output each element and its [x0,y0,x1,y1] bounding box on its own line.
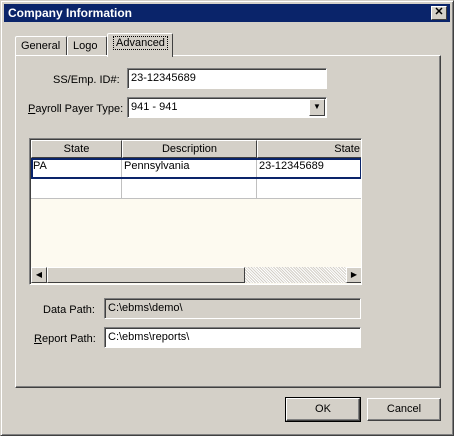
grid-cell-state-id[interactable]: 23-12345689 [257,158,361,178]
data-path-field: C:\ebms\demo\ [104,298,361,319]
title-bar[interactable]: Company Information ✕ [4,4,450,22]
column-header-description[interactable]: Description [122,140,257,158]
close-button[interactable]: ✕ [431,6,447,20]
scroll-left-icon: ◀ [35,270,43,279]
payroll-payer-type-dropdown-button[interactable]: ▼ [309,99,325,116]
tab-advanced-label: Advanced [113,36,168,50]
tab-advanced[interactable]: Advanced [107,33,173,57]
window-title: Company Information [8,6,133,20]
column-header-state-id[interactable]: State ID [257,140,361,158]
scrollbar-thumb[interactable] [47,267,245,283]
scroll-right-icon: ▶ [350,270,358,279]
data-path-label: Data Path: [43,304,95,316]
payroll-payer-type-select[interactable]: 941 - 941 ▼ [127,97,327,118]
grid-cell-description-empty[interactable] [122,179,257,199]
scroll-right-button[interactable]: ▶ [346,267,361,283]
payroll-payer-type-label-text: ayroll Payer Type: [35,103,124,115]
report-path-label: Report Path: [34,333,96,345]
tab-logo[interactable]: Logo [67,36,107,56]
report-path-accelerator: R [34,333,42,345]
cancel-button-label: Cancel [386,403,422,415]
grid-cell-description[interactable]: Pennsylvania [122,158,257,178]
chevron-down-icon: ▼ [313,102,321,111]
grid-cell-state-id-empty[interactable] [257,179,361,199]
grid-cell-state-empty[interactable] [31,179,122,199]
cancel-button[interactable]: Cancel [367,398,441,421]
horizontal-scrollbar[interactable]: ◀ ▶ [31,267,361,283]
tab-general[interactable]: General [15,36,67,56]
ss-emp-id-value: 23-12345689 [131,72,196,84]
ss-emp-id-input[interactable]: 23-12345689 [127,68,327,89]
data-path-value: C:\ebms\demo\ [108,302,183,314]
close-icon: ✕ [434,6,444,18]
report-path-label-text: eport Path: [41,333,96,345]
tab-logo-label: Logo [73,40,98,52]
report-path-value: C:\ebms\reports\ [108,331,190,343]
scrollbar-track[interactable] [245,267,346,283]
state-grid[interactable]: State Description State ID PA Pennsylvan… [29,138,362,285]
ss-emp-id-label: SS/Emp. ID#: [53,74,120,86]
report-path-input[interactable]: C:\ebms\reports\ [104,327,361,348]
ok-button-label: OK [315,403,331,415]
ok-button[interactable]: OK [285,397,361,422]
payroll-payer-type-label: Payroll Payer Type: [28,103,123,115]
tab-general-label: General [21,40,61,52]
payroll-payer-type-value: 941 - 941 [131,101,178,113]
grid-cell-state[interactable]: PA [31,158,122,178]
scroll-left-button[interactable]: ◀ [31,267,47,283]
company-information-dialog: Company Information ✕ General Logo Advan… [0,0,454,436]
column-header-state[interactable]: State [31,140,122,158]
